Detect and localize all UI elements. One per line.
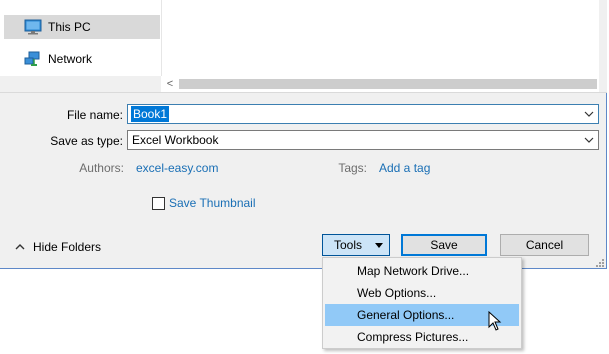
vertical-scrollbar[interactable] (599, 0, 607, 92)
tools-button[interactable]: Tools (322, 234, 390, 256)
tags-label: Tags: (338, 161, 367, 175)
authors-label: Authors: (79, 161, 124, 175)
mouse-cursor-icon (488, 311, 502, 331)
monitor-icon (24, 19, 42, 35)
navigation-pane: This PC Network (0, 0, 161, 76)
savetype-select[interactable]: Excel Workbook (127, 130, 599, 150)
chevron-up-icon (15, 244, 25, 250)
menu-item-web-options[interactable]: Web Options... (325, 282, 519, 304)
save-thumbnail-checkbox[interactable] (152, 197, 165, 210)
nav-item-network[interactable]: Network (4, 47, 160, 71)
divider (0, 92, 607, 93)
resize-grip-icon[interactable] (596, 259, 605, 268)
dropdown-arrow-icon (375, 243, 383, 248)
network-icon (24, 51, 42, 67)
savetype-value: Excel Workbook (132, 133, 219, 147)
savetype-label: Save as type: (50, 134, 123, 148)
chevron-down-icon[interactable] (584, 135, 594, 145)
authors-value[interactable]: excel-easy.com (136, 161, 218, 175)
nav-item-this-pc[interactable]: This PC (4, 15, 160, 39)
filename-label: File name: (66, 108, 123, 122)
scroll-left-arrow-icon[interactable]: < (161, 76, 179, 92)
save-button[interactable]: Save (401, 234, 487, 256)
save-thumbnail-label[interactable]: Save Thumbnail (169, 196, 256, 210)
cancel-button[interactable]: Cancel (500, 234, 589, 256)
filename-input[interactable]: Book1 (127, 104, 599, 124)
menu-item-map-network-drive[interactable]: Map Network Drive... (325, 260, 519, 282)
tags-input[interactable]: Add a tag (379, 161, 430, 175)
scrollbar-thumb[interactable] (179, 79, 597, 89)
horizontal-scrollbar[interactable]: < (161, 76, 599, 92)
nav-item-label: Network (48, 52, 93, 66)
chevron-down-icon[interactable] (584, 109, 594, 119)
hide-folders-toggle[interactable]: Hide Folders (15, 240, 101, 254)
filename-value: Book1 (131, 106, 170, 122)
tools-menu: Map Network Drive... Web Options... Gene… (322, 257, 522, 349)
tools-label: Tools (334, 238, 363, 252)
nav-item-label: This PC (48, 20, 91, 34)
hide-folders-label: Hide Folders (33, 240, 102, 254)
file-list-pane[interactable] (161, 0, 599, 76)
save-as-dialog: This PC Network < File name: Book1 Save … (0, 0, 607, 269)
